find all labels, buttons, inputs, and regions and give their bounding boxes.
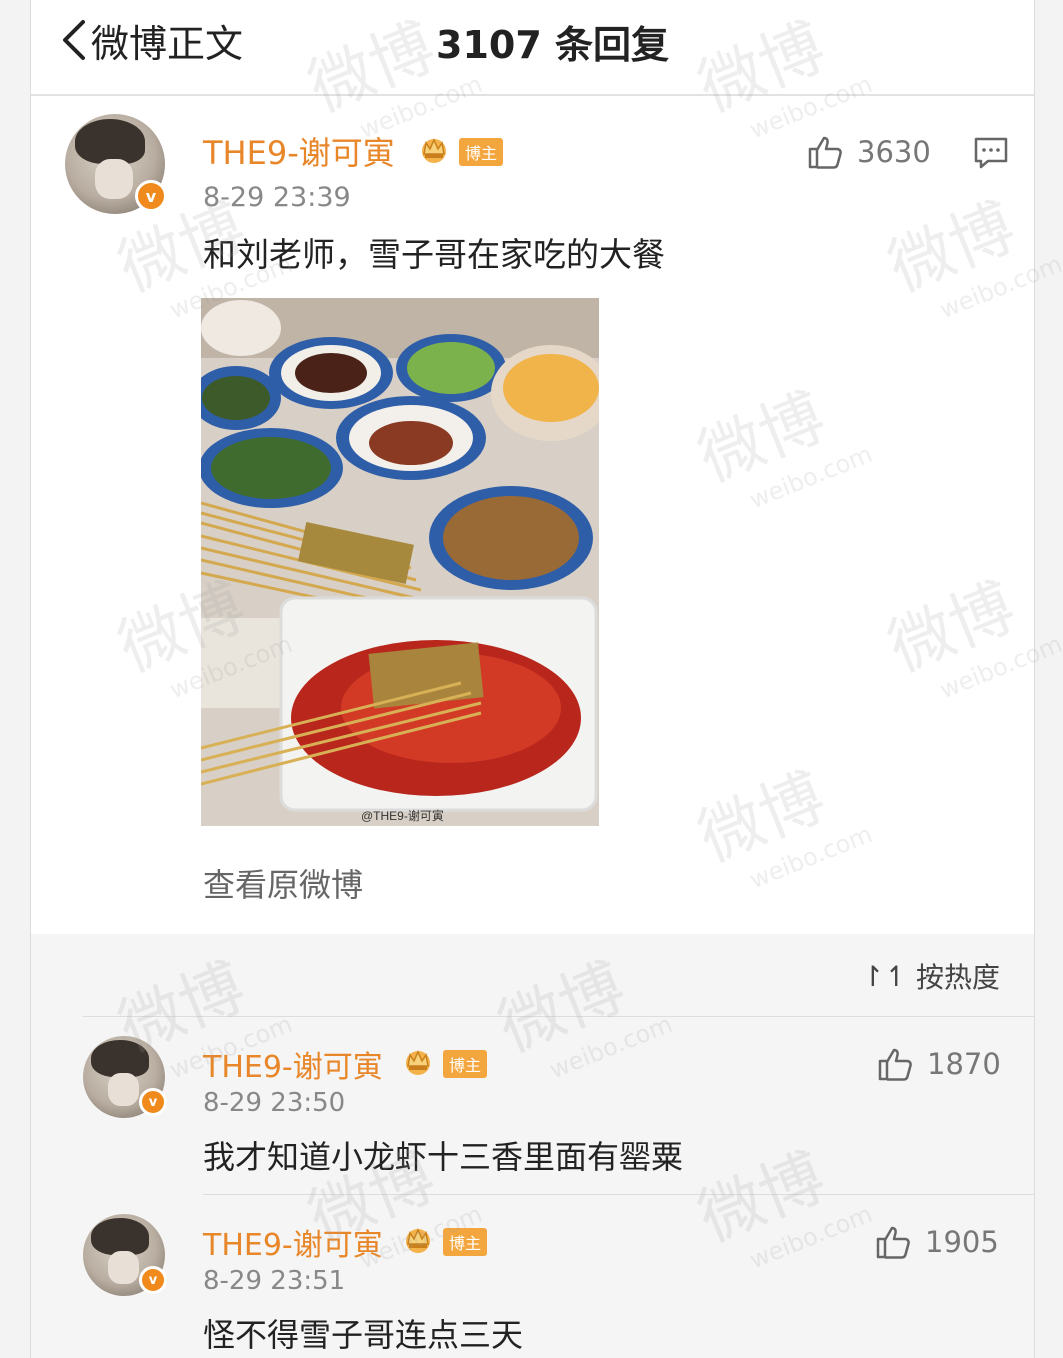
- post-time: 8-29 23:39: [203, 182, 351, 213]
- avatar[interactable]: v: [65, 114, 167, 214]
- crown-icon: [422, 138, 446, 163]
- like-button[interactable]: 1905: [875, 1224, 999, 1260]
- comment-icon: [974, 137, 1008, 169]
- reply-item: v THE9-谢可寅 博主 8-29 23:50 我才知道小龙虾十三香里面有罂粟…: [31, 1018, 1034, 1194]
- owner-badge: 博主: [443, 1050, 488, 1078]
- comment-button[interactable]: [973, 136, 1009, 174]
- page-edge-right: [1034, 0, 1063, 1358]
- replies-section: ↾↿ 按热度 v THE9-谢可寅 博主 8-29 23:50 我才知道小龙虾十…: [31, 934, 1034, 1358]
- thumbs-up-icon: [808, 136, 842, 169]
- owner-badge: 博主: [443, 1228, 488, 1256]
- post-text: 和刘老师，雪子哥在家吃的大餐: [203, 235, 665, 274]
- photo-watermark: @THE9-谢可寅: [361, 808, 444, 823]
- avatar[interactable]: v: [83, 1214, 167, 1296]
- reply-time: 8-29 23:51: [203, 1266, 346, 1296]
- header-bar: 微博正文 3107 条回复: [31, 0, 1034, 96]
- like-button[interactable]: 1870: [877, 1046, 1001, 1082]
- sort-button[interactable]: ↾↿ 按热度: [861, 956, 1000, 996]
- reply-text: 怪不得雪子哥连点三天: [203, 1316, 524, 1354]
- page-edge-left: [0, 0, 31, 1358]
- thumbs-up-icon: [876, 1226, 910, 1259]
- verified-icon: v: [135, 180, 167, 212]
- reply-item: v THE9-谢可寅 博主 8-29 23:51 怪不得雪子哥连点三天 1905: [31, 1196, 1034, 1358]
- page-title: 3107 条回复: [436, 23, 669, 67]
- verified-icon: v: [139, 1266, 167, 1294]
- view-original-link[interactable]: 查看原微博: [203, 860, 363, 906]
- crown-icon: [406, 1228, 430, 1253]
- reply-text: 我才知道小龙虾十三香里面有罂粟: [203, 1138, 684, 1176]
- post-photo[interactable]: @THE9-谢可寅: [201, 298, 599, 826]
- owner-badge: 博主: [459, 138, 504, 166]
- post-username[interactable]: THE9-谢可寅: [203, 128, 395, 174]
- verified-icon: v: [139, 1088, 167, 1116]
- like-count: 1905: [925, 1225, 999, 1259]
- avatar[interactable]: v: [83, 1036, 167, 1118]
- divider: [203, 1194, 1034, 1195]
- sort-icon: ↾↿: [861, 959, 908, 993]
- like-button[interactable]: 3630: [807, 134, 931, 170]
- thumbs-up-icon: [878, 1048, 912, 1081]
- like-count: 1870: [927, 1047, 1001, 1081]
- reply-username[interactable]: THE9-谢可寅: [203, 1220, 383, 1264]
- main-post: v THE9-谢可寅 博主 8-29 23:39 和刘老师，雪子哥在家吃的大餐 …: [31, 96, 1034, 934]
- like-count: 3630: [857, 135, 931, 169]
- reply-time: 8-29 23:50: [203, 1088, 346, 1118]
- crown-icon: [406, 1050, 430, 1075]
- divider: [83, 1016, 1034, 1017]
- sort-label: 按热度: [915, 961, 1000, 994]
- food-photo-image: @THE9-谢可寅: [201, 298, 599, 826]
- reply-username[interactable]: THE9-谢可寅: [203, 1042, 383, 1086]
